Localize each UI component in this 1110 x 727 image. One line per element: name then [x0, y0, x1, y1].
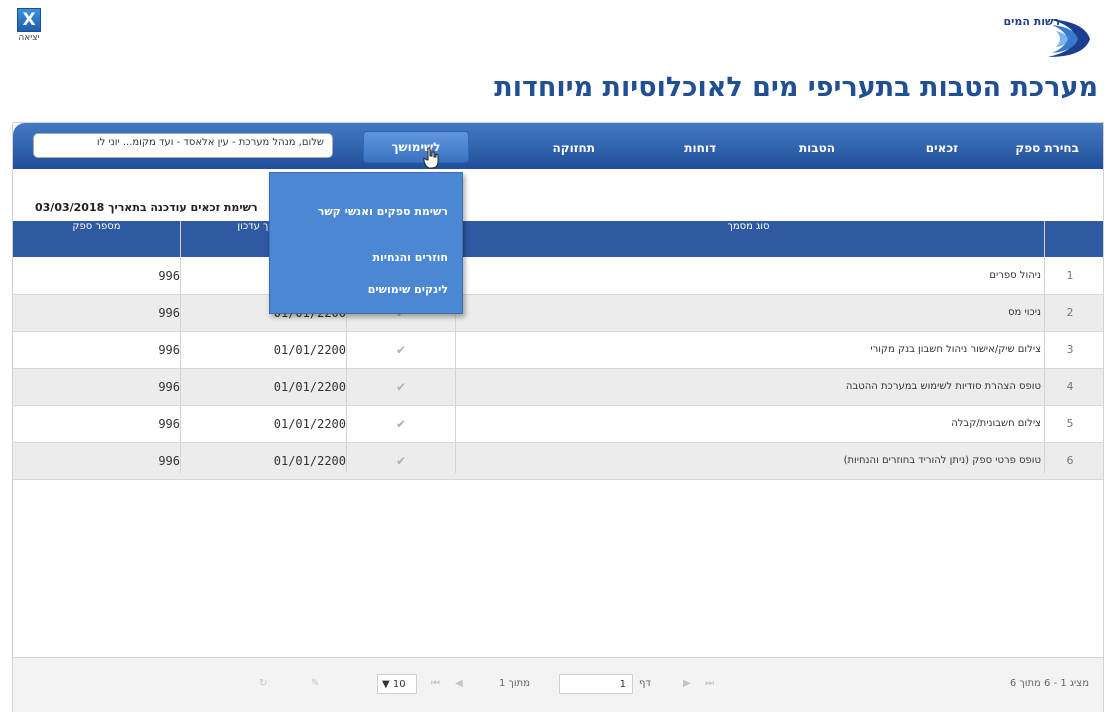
- nav-item-select-supplier[interactable]: בחירת ספק: [1015, 141, 1079, 155]
- update-date: 01/01/2200: [273, 343, 346, 357]
- table-header: מספר ספק תאריך עדכון סוג מסמך: [13, 221, 1103, 257]
- nav-item-benefits[interactable]: הטבות: [799, 141, 835, 155]
- supplier-number: 996: [158, 343, 180, 357]
- nav-item-for-your-use[interactable]: לשימושך: [363, 131, 469, 163]
- checkbox[interactable]: ✔: [347, 369, 455, 405]
- menu-item-suppliers-contacts[interactable]: רשימת ספקים ואנשי קשר: [298, 203, 448, 220]
- page-label: דף: [639, 678, 651, 689]
- refresh-icon[interactable]: ↻: [259, 678, 267, 689]
- supplier-number: 996: [158, 269, 180, 283]
- last-page-icon[interactable]: ⏭: [705, 678, 714, 689]
- table-row[interactable]: 996 01/01/2200 ✔ טופס פרטי ספק (ניתן להו…: [13, 443, 1103, 480]
- header-document-type[interactable]: סוג מסמך: [456, 221, 1041, 257]
- update-date: 01/01/2200: [273, 380, 346, 394]
- document-type: טופס פרטי ספק (ניתן להוריד בחוזרים והנחי…: [843, 455, 1041, 466]
- main-panel: בחירת ספק זכאים הטבות דוחות תחזוקה לשימו…: [12, 122, 1104, 712]
- document-type: ניכוי מס: [1008, 307, 1041, 318]
- page-total: מתוך 1: [499, 678, 531, 689]
- menu-item-useful-links[interactable]: לינקים שימושים: [368, 281, 448, 298]
- hand-cursor-icon: [423, 147, 439, 169]
- nav-item-reports[interactable]: דוחות: [684, 141, 716, 155]
- row-index: 3: [1066, 343, 1074, 356]
- row-index: 6: [1066, 454, 1074, 467]
- row-index: 2: [1066, 306, 1074, 319]
- page-title: מערכת הטבות בתעריפי מים לאוכלוסיות מיוחד…: [494, 72, 1098, 103]
- next-page-icon[interactable]: ▶: [683, 678, 691, 689]
- nav-item-eligible[interactable]: זכאים: [926, 141, 958, 155]
- table-row[interactable]: 996 01/01/2200 ✔ צילום חשבונית/קבלה 5: [13, 406, 1103, 443]
- update-date: 01/01/2200: [273, 417, 346, 431]
- page-size-value: 10: [392, 679, 406, 690]
- column-divider: [180, 221, 181, 473]
- user-greeting: שלום, מנהל מערכת - עין אלאסד - ועד מקומ.…: [33, 133, 333, 158]
- checkbox[interactable]: ✔: [347, 332, 455, 368]
- supplier-number: 996: [158, 306, 180, 320]
- exit-label: יציאה: [18, 33, 40, 43]
- document-type: טופס הצהרת סודיות לשימוש במערכת ההטבה: [845, 381, 1041, 392]
- supplier-number: 996: [158, 417, 180, 431]
- previous-page-icon[interactable]: ◀: [455, 678, 463, 689]
- table-row[interactable]: 996 01/01/2200 ✔ צילום שיק/אישור ניהול ח…: [13, 332, 1103, 369]
- menu-item-circulars[interactable]: חוזרים והנחיות: [373, 249, 449, 266]
- pager-footer: ↻ ✎ ▼ 10 ⏮ ◀ מתוך 1 1 דף ▶ ⏭ מציג 1 - 6 …: [13, 657, 1103, 712]
- supplier-number: 996: [158, 380, 180, 394]
- main-nav: בחירת ספק זכאים הטבות דוחות תחזוקה לשימו…: [13, 123, 1103, 169]
- update-date: 01/01/2200: [273, 454, 346, 468]
- page-size-select[interactable]: ▼ 10: [377, 674, 417, 694]
- close-icon[interactable]: X: [17, 8, 41, 32]
- column-divider: [1044, 221, 1045, 473]
- document-type: צילום חשבונית/קבלה: [951, 418, 1041, 429]
- records-summary: מציג 1 - 6 מתוך 6: [1009, 678, 1089, 689]
- for-your-use-dropdown: רשימת ספקים ואנשי קשר חוזרים והנחיות לינ…: [269, 172, 463, 314]
- checkbox[interactable]: ✔: [347, 406, 455, 442]
- table-row[interactable]: 996 01/01/2200 ✔ ניכוי מס 2: [13, 295, 1103, 332]
- header-supplier-number[interactable]: מספר ספק: [13, 221, 180, 257]
- last-update-text: רשימת זכאים עודכנה בתאריך 03/03/2018: [35, 201, 258, 214]
- row-index: 4: [1066, 380, 1074, 393]
- table-row[interactable]: 996 01/01/2200 ✔ ניהול ספרים 1: [13, 258, 1103, 295]
- document-type: צילום שיק/אישור ניהול חשבון בנק מקורי: [870, 344, 1041, 355]
- row-index: 1: [1066, 269, 1074, 282]
- first-page-icon[interactable]: ⏮: [431, 678, 440, 689]
- chevron-down-icon: ▼: [382, 679, 390, 690]
- logo-text: רשות המים: [1003, 15, 1061, 28]
- page-input[interactable]: 1: [559, 674, 633, 694]
- checkbox[interactable]: ✔: [347, 443, 455, 479]
- exit-button[interactable]: X יציאה: [10, 8, 48, 43]
- table-row[interactable]: 996 01/01/2200 ✔ טופס הצהרת סודיות לשימו…: [13, 369, 1103, 406]
- header-index: [1045, 221, 1095, 257]
- row-index: 5: [1066, 417, 1074, 430]
- nav-item-maintenance[interactable]: תחזוקה: [553, 141, 595, 155]
- supplier-number: 996: [158, 454, 180, 468]
- edit-icon[interactable]: ✎: [311, 678, 319, 689]
- document-type: ניהול ספרים: [989, 270, 1041, 281]
